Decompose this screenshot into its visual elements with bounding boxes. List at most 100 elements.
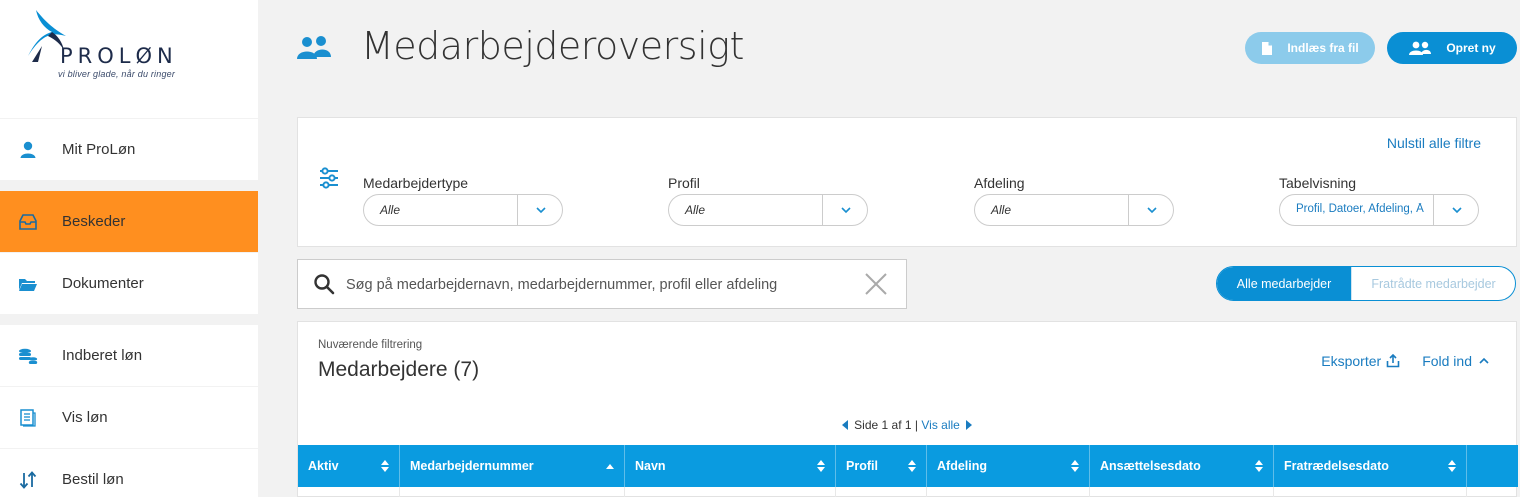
sidebar-item-dokumenter[interactable]: Dokumenter <box>0 253 258 314</box>
chevron-up-icon <box>1479 357 1489 364</box>
brand-name: PROLØN <box>60 44 178 68</box>
chevron-down-icon <box>1452 207 1462 214</box>
column-label: Fratrædelsesdato <box>1284 459 1389 473</box>
reset-filters-link[interactable]: Nulstil alle filtre <box>1387 135 1481 151</box>
select-value: Alle <box>685 203 706 217</box>
table-row[interactable] <box>298 487 1518 497</box>
create-new-button[interactable]: Opret ny <box>1387 32 1517 64</box>
sidebar-item-indberet-lon[interactable]: Indberet løn <box>0 325 258 386</box>
inbox-icon <box>18 212 38 232</box>
file-icon <box>1262 41 1273 55</box>
page-title: Medarbejderoversigt <box>361 24 744 68</box>
table-header: Aktiv Medarbejdernummer Navn Profil Afde… <box>298 445 1518 487</box>
sidebar-item-label: Bestil løn <box>62 471 124 488</box>
column-label: Medarbejdernummer <box>410 459 534 473</box>
column-label: Afdeling <box>937 459 987 473</box>
export-icon <box>1386 354 1400 368</box>
pager-separator: | <box>914 418 919 432</box>
medarbejdertype-select[interactable]: Alle <box>363 194 563 226</box>
chevron-down-icon <box>536 207 546 214</box>
document-icon <box>18 408 38 428</box>
folder-icon <box>18 274 38 294</box>
search-icon <box>314 274 335 295</box>
export-button[interactable]: Eksporter <box>1321 353 1400 369</box>
column-header-medarbejdernummer[interactable]: Medarbejdernummer <box>400 445 625 487</box>
sidebar-item-label: Vis løn <box>62 409 108 426</box>
prev-page-icon[interactable] <box>842 420 849 430</box>
employee-table-panel: Nuværende filtrering Medarbejdere (7) Ek… <box>297 321 1518 497</box>
sort-icon <box>817 460 825 472</box>
filter-label: Medarbejdertype <box>363 175 469 191</box>
next-page-icon[interactable] <box>965 420 972 430</box>
users-icon <box>297 36 331 59</box>
page-info: Side 1 af 1 <box>854 418 912 432</box>
column-header-navn[interactable]: Navn <box>625 445 836 487</box>
resigned-employees-tab[interactable]: Fratrådte medarbejder <box>1351 267 1515 300</box>
search-input[interactable]: Søg på medarbejdernavn, medarbejdernumme… <box>346 277 777 293</box>
all-employees-tab[interactable]: Alle medarbejder <box>1217 267 1352 300</box>
sidebar-item-bestil-lon[interactable]: Bestil løn <box>0 449 258 497</box>
sidebar-item-label: Dokumenter <box>62 275 144 292</box>
import-file-button[interactable]: Indlæs fra fil <box>1245 32 1375 64</box>
import-file-label: Indlæs fra fil <box>1287 41 1359 55</box>
close-icon[interactable] <box>864 272 888 296</box>
users-add-icon <box>1409 41 1432 55</box>
filter-tabelvisning: Tabelvisning Profil, Datoer, Afdeling, Å <box>1279 175 1479 226</box>
column-label: Profil <box>846 459 878 473</box>
column-label: Aktiv <box>308 459 339 473</box>
filter-afdeling: Afdeling Alle <box>974 175 1174 226</box>
pagination: Side 1 af 1 | Vis alle <box>298 418 1516 432</box>
tabelvisning-select[interactable]: Profil, Datoer, Afdeling, Å <box>1279 194 1479 226</box>
sidebar-item-label: Indberet løn <box>62 347 143 364</box>
afdeling-select[interactable]: Alle <box>974 194 1174 226</box>
sidebar-item-mit-prolon[interactable]: Mit ProLøn <box>0 119 258 180</box>
user-icon <box>18 140 38 160</box>
sidebar-item-label: Mit ProLøn <box>62 141 136 158</box>
sort-icon <box>381 460 389 472</box>
export-label: Eksporter <box>1321 353 1382 369</box>
filter-profil: Profil Alle <box>668 175 868 226</box>
search-box[interactable]: Søg på medarbejdernavn, medarbejdernumme… <box>297 259 907 309</box>
profil-select[interactable]: Alle <box>668 194 868 226</box>
employee-status-toggle: Alle medarbejder Fratrådte medarbejder <box>1216 266 1516 301</box>
brand-tagline: vi bliver glade, når du ringer <box>58 69 176 79</box>
sort-icon <box>1255 460 1263 472</box>
column-label: Ansættelsesdato <box>1100 459 1201 473</box>
collapse-button[interactable]: Fold ind <box>1422 353 1491 369</box>
select-value: Alle <box>380 203 401 217</box>
select-value: Alle <box>991 203 1012 217</box>
chevron-down-icon <box>1147 207 1157 214</box>
filter-label: Tabelvisning <box>1279 175 1357 191</box>
column-header-aktiv[interactable]: Aktiv <box>298 445 400 487</box>
filter-label: Afdeling <box>974 175 1025 191</box>
sort-icon <box>1071 460 1079 472</box>
column-header-afdeling[interactable]: Afdeling <box>927 445 1090 487</box>
column-header-actions <box>1467 445 1518 487</box>
filter-panel: Nulstil alle filtre Medarbejdertype Alle… <box>297 117 1517 247</box>
filter-caption: Nuværende filtrering <box>318 339 423 351</box>
table-title: Medarbejdere (7) <box>318 358 480 381</box>
sidebar-item-label: Beskeder <box>62 213 126 230</box>
sort-arrows-icon <box>18 470 38 490</box>
collapse-label: Fold ind <box>1422 353 1472 369</box>
create-new-label: Opret ny <box>1446 41 1496 55</box>
filter-medarbejdertype: Medarbejdertype Alle <box>363 175 563 226</box>
sort-icon <box>908 460 916 472</box>
coins-icon <box>18 346 38 366</box>
sidebar-item-beskeder[interactable]: Beskeder <box>0 191 258 252</box>
table-actions: Eksporter Fold ind <box>1321 353 1491 369</box>
column-header-profil[interactable]: Profil <box>836 445 927 487</box>
column-label: Navn <box>635 459 666 473</box>
sort-ascending-icon <box>606 463 614 469</box>
sidebar: PROLØN vi bliver glade, når du ringer Mi… <box>0 0 258 497</box>
column-header-fratraedelsesdato[interactable]: Fratrædelsesdato <box>1274 445 1467 487</box>
filter-label: Profil <box>668 175 700 191</box>
sliders-icon <box>320 167 338 189</box>
show-all-link[interactable]: Vis alle <box>921 418 959 432</box>
sidebar-item-vis-lon[interactable]: Vis løn <box>0 387 258 448</box>
chevron-down-icon <box>841 207 851 214</box>
sort-icon <box>1448 460 1456 472</box>
select-value: Profil, Datoer, Afdeling, Å <box>1296 203 1424 215</box>
column-header-ansaettelsesdato[interactable]: Ansættelsesdato <box>1090 445 1274 487</box>
logo[interactable]: PROLØN vi bliver glade, når du ringer <box>0 0 258 118</box>
